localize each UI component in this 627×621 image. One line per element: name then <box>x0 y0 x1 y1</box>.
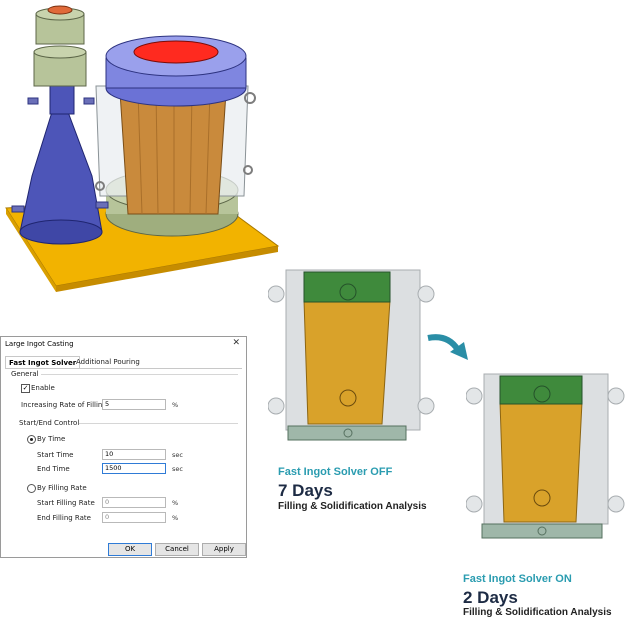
start-time-input[interactable]: 10 <box>102 449 166 460</box>
mold-lug <box>466 495 483 513</box>
result-on-cross-section <box>466 373 625 539</box>
caption-on-title: Fast Ingot Solver ON <box>463 573 572 585</box>
start-time-unit: sec <box>172 451 183 459</box>
start-time-label: Start Time <box>37 451 74 459</box>
group-divider <box>79 423 238 424</box>
hot-metal-surface <box>133 40 219 64</box>
riser <box>303 271 391 303</box>
funnel-base <box>19 219 103 245</box>
close-icon[interactable]: ✕ <box>232 338 240 348</box>
result-off-cross-section <box>268 269 435 441</box>
dialog-title: Large Ingot Casting <box>5 340 74 348</box>
arrow-icon <box>427 334 468 360</box>
end-time-input[interactable]: 1500 <box>102 463 166 474</box>
group-start-end-label: Start/End Control <box>19 419 80 427</box>
tab-additional-pouring[interactable]: Additional Pouring <box>73 356 143 368</box>
caption-on-days: 2 Days <box>463 588 518 607</box>
bottom-plate <box>287 425 407 441</box>
mold-lug <box>268 397 285 415</box>
ingot <box>303 299 391 425</box>
apply-button[interactable]: Apply <box>202 543 246 556</box>
end-rate-input[interactable]: 0 <box>102 512 166 523</box>
by-time-label: By Time <box>37 435 66 443</box>
ok-button[interactable]: OK <box>108 543 152 556</box>
end-time-label: End Time <box>37 465 70 473</box>
group-divider <box>41 374 238 375</box>
start-rate-input[interactable]: 0 <box>102 497 166 508</box>
mold-lug <box>417 285 435 303</box>
end-time-unit: sec <box>172 465 183 473</box>
mold-lug <box>417 397 435 415</box>
ingot <box>119 91 227 215</box>
caption-off-title: Fast Ingot Solver OFF <box>278 466 393 478</box>
by-time-radio[interactable] <box>27 435 36 444</box>
mold-lug <box>466 387 483 405</box>
enable-checkbox[interactable]: ✓ <box>21 384 30 393</box>
end-rate-unit: % <box>172 514 179 522</box>
ingot <box>499 401 583 523</box>
rate-unit: % <box>172 401 179 409</box>
sprue-pipe <box>49 83 75 115</box>
caption-off-subtitle: Filling & Solidification Analysis <box>278 501 427 512</box>
large-ingot-casting-dialog: Large Ingot Casting ✕ Fast Ingot Solver … <box>0 336 247 558</box>
riser <box>499 375 583 405</box>
rate-label: Increasing Rate of Filling <box>21 401 107 409</box>
group-general-label: General <box>11 370 39 378</box>
rate-input[interactable]: 5 <box>102 399 166 410</box>
start-rate-label: Start Filling Rate <box>37 499 95 507</box>
sprue-couplings <box>33 5 87 87</box>
casting-assembly-illustration <box>5 5 280 292</box>
caption-on-subtitle: Filling & Solidification Analysis <box>463 607 612 618</box>
by-filling-rate-radio[interactable] <box>27 484 36 493</box>
bottom-plate <box>481 523 603 539</box>
by-filling-rate-label: By Filling Rate <box>37 484 87 492</box>
mold-lug <box>607 387 625 405</box>
end-rate-label: End Filling Rate <box>37 514 91 522</box>
funnel-body <box>19 111 103 233</box>
cancel-button[interactable]: Cancel <box>155 543 199 556</box>
mold-lug <box>607 495 625 513</box>
enable-label: Enable <box>31 384 55 392</box>
caption-off-days: 7 Days <box>278 481 333 500</box>
start-rate-unit: % <box>172 499 179 507</box>
mold-lug <box>268 285 285 303</box>
tab-divider <box>5 368 242 369</box>
